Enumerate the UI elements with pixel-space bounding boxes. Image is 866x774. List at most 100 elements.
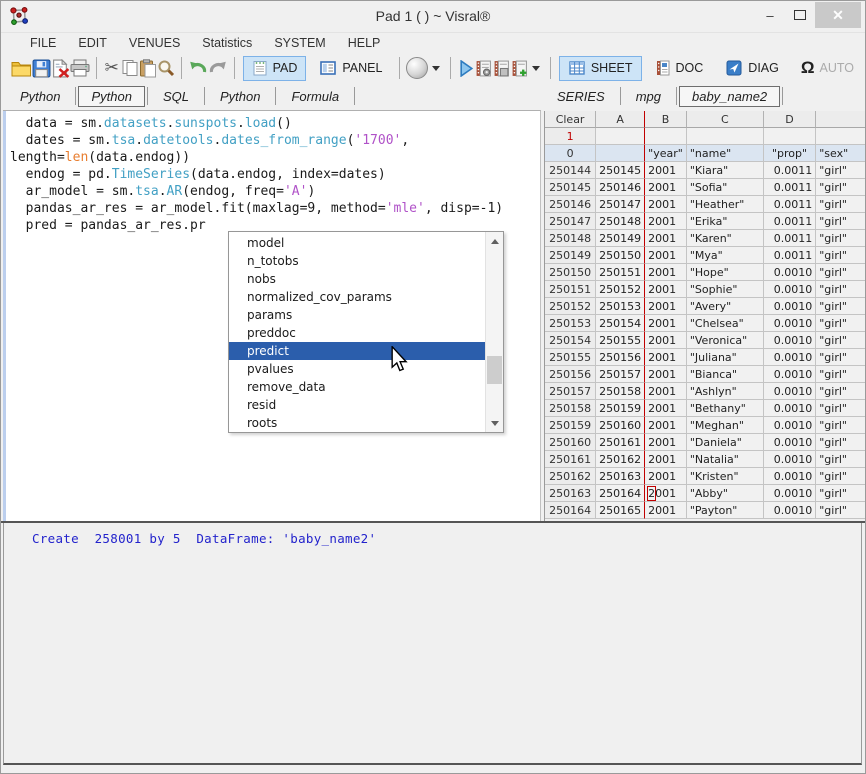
data-cell[interactable]: "girl" — [816, 468, 866, 485]
minimize-button[interactable]: – — [755, 3, 785, 27]
data-cell[interactable]: "Bianca" — [687, 366, 764, 383]
run-settings-icon[interactable] — [475, 56, 493, 80]
pad-button[interactable]: PAD — [243, 56, 307, 81]
data-cell[interactable]: 0.0010 — [764, 383, 816, 400]
column-header-A[interactable]: A — [596, 111, 644, 128]
menu-item-help[interactable]: HELP — [337, 34, 392, 52]
row-header-cell[interactable]: 250159 — [545, 417, 596, 434]
data-cell[interactable]: 250158 — [596, 383, 644, 400]
search-icon[interactable] — [157, 56, 175, 80]
menu-item-venues[interactable]: VENUES — [118, 34, 191, 52]
row-header-cell[interactable]: 250149 — [545, 247, 596, 264]
data-cell[interactable]: 0.0011 — [764, 213, 816, 230]
data-cell[interactable]: 0.0010 — [764, 434, 816, 451]
menu-item-system[interactable]: SYSTEM — [263, 34, 336, 52]
data-cell[interactable]: 250147 — [596, 196, 644, 213]
data-cell[interactable]: "name" — [687, 145, 764, 162]
data-cell[interactable]: 0.0011 — [764, 230, 816, 247]
data-cell[interactable]: 250151 — [596, 264, 644, 281]
data-cell[interactable]: 2001 — [644, 349, 687, 366]
auto-button[interactable]: Ω AUTO — [792, 56, 863, 81]
data-cell[interactable]: 0.0010 — [764, 332, 816, 349]
tab-python[interactable]: Python — [7, 86, 73, 107]
tab-series[interactable]: SERIES — [544, 86, 618, 107]
scroll-up-icon[interactable] — [486, 233, 503, 249]
row-header-cell[interactable]: 250153 — [545, 315, 596, 332]
cut-icon[interactable]: ✂ — [103, 56, 121, 80]
data-cell[interactable]: 0.0010 — [764, 349, 816, 366]
data-cell[interactable]: 250153 — [596, 298, 644, 315]
status-sphere-icon[interactable] — [406, 56, 428, 80]
data-cell[interactable]: 250148 — [596, 213, 644, 230]
data-cell[interactable]: 0.0010 — [764, 400, 816, 417]
data-cell[interactable]: "Sofia" — [687, 179, 764, 196]
maximize-button[interactable] — [785, 3, 815, 27]
data-cell[interactable]: 250160 — [596, 417, 644, 434]
row-header-cell[interactable]: 250144 — [545, 162, 596, 179]
data-cell[interactable]: "Ashlyn" — [687, 383, 764, 400]
tab-mpg[interactable]: mpg — [623, 86, 674, 107]
data-cell[interactable]: 250157 — [596, 366, 644, 383]
column-header-B[interactable]: B — [644, 111, 687, 128]
data-cell[interactable]: 250145 — [596, 162, 644, 179]
data-cell[interactable] — [644, 128, 687, 145]
panel-button[interactable]: PANEL — [310, 56, 391, 81]
data-cell[interactable]: 250161 — [596, 434, 644, 451]
data-cell[interactable]: "girl" — [816, 383, 866, 400]
autocomplete-item-model[interactable]: model — [229, 234, 486, 252]
clear-header-button[interactable]: Clear — [545, 111, 596, 128]
autocomplete-item-normalized_cov_params[interactable]: normalized_cov_params — [229, 288, 486, 306]
data-cell[interactable]: "Karen" — [687, 230, 764, 247]
undo-icon[interactable] — [188, 56, 208, 80]
data-cell[interactable]: "girl" — [816, 332, 866, 349]
data-cell[interactable]: 2001 — [644, 434, 687, 451]
row-header-cell[interactable]: 250162 — [545, 468, 596, 485]
data-cell[interactable]: 2001 — [644, 417, 687, 434]
data-cell[interactable]: 250159 — [596, 400, 644, 417]
data-cell[interactable]: "girl" — [816, 213, 866, 230]
data-cell[interactable]: "Chelsea" — [687, 315, 764, 332]
sheet-button[interactable]: SHEET — [559, 56, 642, 81]
row-header-cell[interactable]: 250163 — [545, 485, 596, 502]
scroll-down-icon[interactable] — [486, 415, 503, 431]
autocomplete-item-resid[interactable]: resid — [229, 396, 486, 414]
row-header-cell[interactable]: 250146 — [545, 196, 596, 213]
data-cell[interactable]: "girl" — [816, 247, 866, 264]
data-cell[interactable]: 2001 — [644, 179, 687, 196]
run-save-icon[interactable] — [493, 56, 511, 80]
tab-python[interactable]: Python — [78, 86, 144, 107]
data-cell[interactable]: 0.0010 — [764, 485, 816, 502]
data-cell[interactable]: "Natalia" — [687, 451, 764, 468]
sphere-dropdown-caret[interactable] — [432, 66, 440, 71]
data-cell[interactable] — [764, 128, 816, 145]
row-header-cell[interactable]: 250151 — [545, 281, 596, 298]
data-cell[interactable]: 0.0010 — [764, 451, 816, 468]
data-cell[interactable]: "Abby" — [687, 485, 764, 502]
data-cell[interactable]: "Kiara" — [687, 162, 764, 179]
data-cell[interactable]: 0.0011 — [764, 162, 816, 179]
data-cell[interactable]: 2001 — [644, 400, 687, 417]
data-cell[interactable]: "Heather" — [687, 196, 764, 213]
row-header-cell[interactable]: 0 — [545, 145, 596, 162]
data-cell[interactable]: 250150 — [596, 247, 644, 264]
column-header-e[interactable] — [816, 111, 866, 128]
doc-button[interactable]: DOC — [646, 56, 713, 81]
row-header-cell[interactable]: 250152 — [545, 298, 596, 315]
row-header-cell[interactable]: 250160 — [545, 434, 596, 451]
tab-sql[interactable]: SQL — [150, 86, 202, 107]
row-header-cell[interactable]: 250154 — [545, 332, 596, 349]
data-cell[interactable]: 250163 — [596, 468, 644, 485]
data-cell[interactable]: 250152 — [596, 281, 644, 298]
data-cell[interactable]: "girl" — [816, 366, 866, 383]
autocomplete-item-remove_data[interactable]: remove_data — [229, 378, 486, 396]
row-header-cell[interactable]: 250147 — [545, 213, 596, 230]
data-cell[interactable]: 0.0010 — [764, 366, 816, 383]
data-cell[interactable]: 2001 — [644, 213, 687, 230]
data-cell[interactable]: "girl" — [816, 196, 866, 213]
data-cell[interactable]: 0.0010 — [764, 298, 816, 315]
data-cell[interactable]: 2001 — [644, 485, 687, 502]
data-cell[interactable]: 0.0010 — [764, 315, 816, 332]
data-cell[interactable]: 2001 — [644, 247, 687, 264]
tab-formula[interactable]: Formula — [278, 86, 352, 107]
data-cell[interactable] — [596, 128, 644, 145]
